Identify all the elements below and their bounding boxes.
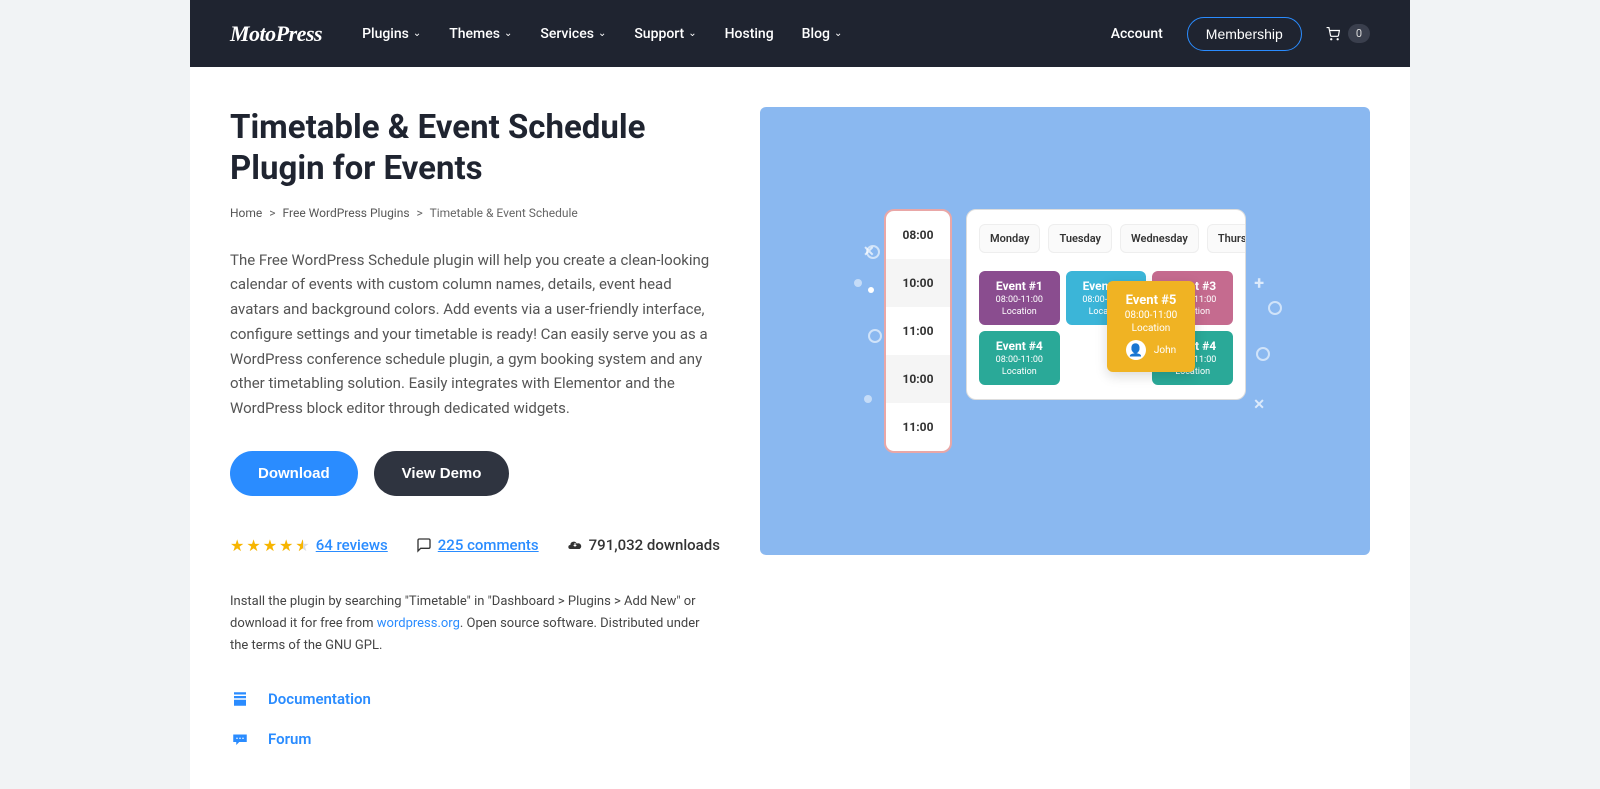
chevron-down-icon: ⌄ [598,28,606,39]
time-cell: 08:00 [886,211,950,259]
day-tab[interactable]: Monday [979,224,1040,253]
nav-support[interactable]: Support⌄ [634,26,696,42]
day-tab[interactable]: Thursd [1207,224,1246,253]
time-cell: 11:00 [886,307,950,355]
install-note: Install the plugin by searching "Timetab… [230,591,720,657]
breadcrumb-category[interactable]: Free WordPress Plugins [283,206,410,220]
event-popup[interactable]: Event #5 08:00-11:00 Location 👤John [1107,281,1195,372]
deco-icon [1256,347,1270,361]
account-link[interactable]: Account [1111,26,1163,42]
docs-icon [230,689,250,709]
breadcrumb-home[interactable]: Home [230,206,262,220]
deco-icon [868,329,882,343]
deco-icon [868,287,874,293]
description: The Free WordPress Schedule plugin will … [230,248,720,421]
chevron-down-icon: ⌄ [413,28,421,39]
time-column: 08:00 10:00 11:00 10:00 11:00 [884,209,952,453]
documentation-link[interactable]: Documentation [230,689,720,709]
x-icon: ✕ [1253,397,1265,413]
stats-row: ★★★★★ 64 reviews 225 comments 791,032 do… [230,536,720,555]
cart-icon [1326,27,1340,41]
time-cell: 10:00 [886,259,950,307]
event-card[interactable]: Event #408:00-11:00Location [979,331,1060,385]
download-icon [567,537,583,553]
day-tab[interactable]: Tuesday [1048,224,1112,253]
forum-icon [230,729,250,749]
avatar-icon: 👤 [1126,340,1146,360]
view-demo-button[interactable]: View Demo [374,451,510,496]
reviews-link[interactable]: 64 reviews [316,536,388,554]
schedule-panel: Monday Tuesday Wednesday Thursd Event #1… [966,209,1246,400]
event-card[interactable]: Event #108:00-11:00Location [979,271,1060,325]
x-icon: ✕ [863,244,875,260]
day-tab[interactable]: Wednesday [1120,224,1199,253]
nav-services[interactable]: Services⌄ [540,26,606,42]
hero-preview: + ✕ ✕ 08:00 10:00 11:00 10:00 11:00 Mond… [760,107,1370,555]
site-header: MotoPress Plugins⌄ Themes⌄ Services⌄ Sup… [190,0,1410,67]
deco-icon [864,395,872,403]
account-area: Account Membership 0 [1111,17,1370,51]
nav-plugins[interactable]: Plugins⌄ [362,26,421,42]
wordpress-org-link[interactable]: wordpress.org [377,616,460,631]
downloads-count: 791,032 downloads [589,536,720,554]
breadcrumb: Home > Free WordPress Plugins > Timetabl… [230,206,720,220]
plus-icon: + [1254,273,1264,294]
time-cell: 10:00 [886,355,950,403]
membership-button[interactable]: Membership [1187,17,1302,51]
star-rating: ★★★★★ [230,536,310,555]
forum-link[interactable]: Forum [230,729,720,749]
nav-hosting[interactable]: Hosting [725,26,774,42]
chevron-down-icon: ⌄ [504,28,512,39]
page-title: Timetable & Event Schedule Plugin for Ev… [230,107,720,190]
time-cell: 11:00 [886,403,950,451]
download-button[interactable]: Download [230,451,358,496]
breadcrumb-current: Timetable & Event Schedule [430,206,578,220]
comments-link[interactable]: 225 comments [438,536,539,554]
chevron-down-icon: ⌄ [688,28,696,39]
chevron-down-icon: ⌄ [834,28,842,39]
main-nav: Plugins⌄ Themes⌄ Services⌄ Support⌄ Host… [362,26,1111,42]
nav-blog[interactable]: Blog⌄ [802,26,843,42]
cart-count: 0 [1348,24,1370,43]
comments-icon [416,537,432,553]
deco-icon [854,279,862,287]
nav-themes[interactable]: Themes⌄ [449,26,512,42]
cart-button[interactable]: 0 [1326,24,1370,43]
deco-icon [1268,301,1282,315]
logo[interactable]: MotoPress [230,21,322,47]
